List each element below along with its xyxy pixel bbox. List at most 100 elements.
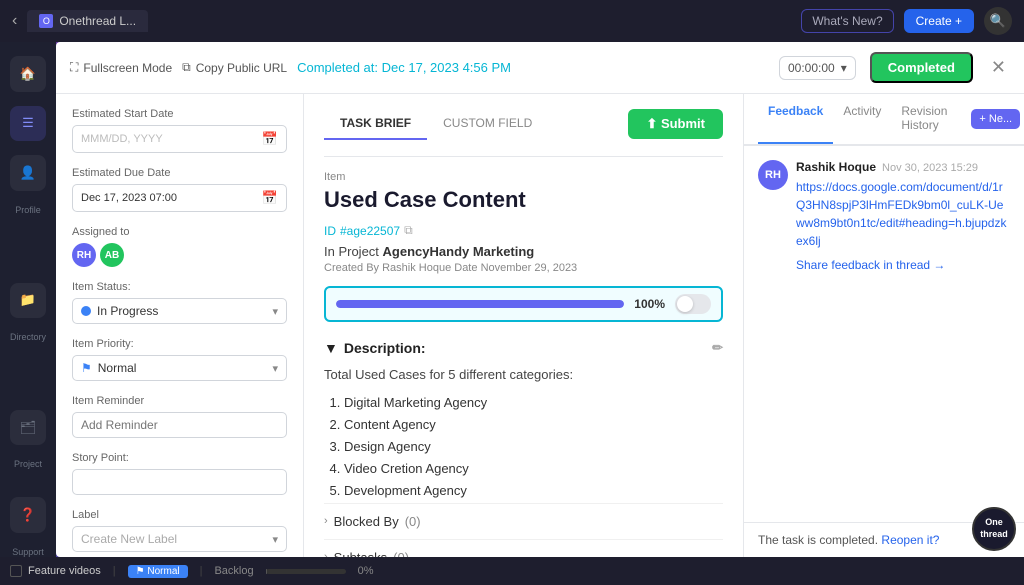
- list-item: Video Cretion Agency: [344, 458, 723, 480]
- assigned-to-field: Assigned to RH AB: [72, 226, 287, 267]
- story-point-field: Story Point: 0: [72, 452, 287, 495]
- item-status-select[interactable]: In Progress ▾: [72, 298, 287, 324]
- comment-link[interactable]: https://docs.google.com/document/d/1rQ3H…: [796, 178, 1010, 250]
- modal-header: ⛶ Fullscreen Mode ⧉ Copy Public URL Comp…: [56, 42, 1024, 94]
- item-id-row: ID #age22507 ⧉: [324, 223, 723, 238]
- taskbar-separator-2: |: [200, 565, 203, 577]
- copy-id-icon[interactable]: ⧉: [404, 223, 413, 238]
- close-button[interactable]: ✕: [987, 57, 1010, 78]
- estimated-start-date-label: Estimated Start Date: [72, 108, 287, 120]
- subtasks-section[interactable]: › Subtasks (0): [324, 539, 723, 557]
- reopen-link[interactable]: Reopen it?: [881, 533, 939, 547]
- description-title: Description:: [344, 340, 426, 356]
- description-body: Total Used Cases for 5 different categor…: [324, 364, 723, 503]
- comment-avatar: RH: [758, 160, 788, 190]
- completed-badge-button[interactable]: Completed: [870, 52, 973, 83]
- estimated-start-date-input[interactable]: MMM/DD, YYYY 📅: [72, 125, 287, 153]
- copy-label: Copy Public URL: [196, 61, 287, 75]
- share-feedback-label: Share feedback in thread →: [796, 258, 945, 272]
- item-type-label: Item: [324, 171, 723, 183]
- taskbar: Feature videos | ⚑ Normal | Backlog 0%: [0, 557, 1024, 585]
- item-created-row: Created By Rashik Hoque Date November 29…: [324, 262, 723, 274]
- sidebar-item-tasks[interactable]: ☰: [10, 106, 46, 142]
- tab-row: TASK BRIEF CUSTOM FIELD: [324, 108, 548, 140]
- item-status-label: Item Status:: [72, 281, 287, 293]
- sidebar-item-home[interactable]: 🏠: [10, 56, 46, 92]
- taskbar-status-icon: ⚑: [136, 566, 145, 577]
- taskbar-task-item: Feature videos: [10, 565, 101, 577]
- label-field: Label Create New Label ▾: [72, 509, 287, 552]
- sidebar-item-directory[interactable]: 📁: [10, 283, 46, 319]
- estimated-due-date-label: Estimated Due Date: [72, 167, 287, 179]
- right-tabs: Feedback Activity Revision History: [744, 94, 971, 144]
- completed-time-label: Completed at: Dec 17, 2023 4:56 PM: [297, 60, 511, 75]
- browser-tab[interactable]: O Onethread L...: [27, 10, 148, 32]
- estimated-due-date-input[interactable]: Dec 17, 2023 07:00 📅: [72, 184, 287, 212]
- description-collapse-icon[interactable]: ▼: [324, 340, 338, 356]
- item-status-field: Item Status: In Progress ▾: [72, 281, 287, 324]
- tab-activity[interactable]: Activity: [833, 94, 891, 144]
- comment-item: RH Rashik Hoque Nov 30, 2023 15:29 https…: [758, 160, 1010, 272]
- created-by-label: Created By: [324, 262, 379, 274]
- tab-icon: O: [39, 14, 53, 28]
- copy-icon: ⧉: [182, 60, 191, 75]
- estimated-start-date-field: Estimated Start Date MMM/DD, YYYY 📅: [72, 108, 287, 153]
- sidebar-item-profile[interactable]: 👤: [10, 155, 46, 191]
- blocked-by-section[interactable]: › Blocked By (0): [324, 503, 723, 539]
- comment-author: Rashik Hoque: [796, 160, 876, 174]
- copy-public-url-button[interactable]: ⧉ Copy Public URL: [182, 60, 287, 75]
- due-date-value: Dec 17, 2023 07:00: [81, 192, 258, 204]
- sidebar-item-project[interactable]: 🗂: [10, 410, 46, 446]
- whats-new-button[interactable]: What's New?: [801, 9, 893, 33]
- taskbar-checkbox[interactable]: [10, 565, 22, 577]
- sidebar-label-profile: Profile: [15, 205, 41, 215]
- onethread-logo[interactable]: Onethread: [972, 507, 1016, 551]
- description-header: ▼ Description: ✏: [324, 340, 723, 356]
- share-feedback-button[interactable]: Share feedback in thread →: [796, 258, 1010, 272]
- new-button[interactable]: + Ne...: [971, 109, 1020, 129]
- taskbar-task-name: Feature videos: [28, 565, 101, 577]
- submit-button[interactable]: ⬆ Submit: [628, 109, 723, 139]
- description-edit-icon[interactable]: ✏: [712, 340, 723, 356]
- item-id-value: #age22507: [340, 224, 400, 238]
- item-reminder-input[interactable]: [72, 412, 287, 438]
- tab-task-brief[interactable]: TASK BRIEF: [324, 108, 427, 140]
- item-priority-field: Item Priority: ⚑ Normal ▾: [72, 338, 287, 381]
- tab-and-submit-row: TASK BRIEF CUSTOM FIELD ⬆ Submit: [324, 108, 723, 140]
- progress-toggle[interactable]: [675, 294, 711, 314]
- project-name: AgencyHandy Marketing: [383, 244, 535, 259]
- subtasks-chevron-icon: ›: [324, 551, 328, 557]
- center-content: TASK BRIEF CUSTOM FIELD ⬆ Submit Item Us…: [304, 94, 744, 557]
- item-priority-select[interactable]: ⚑ Normal ▾: [72, 355, 287, 381]
- tab-revision-history[interactable]: Revision History: [891, 94, 957, 144]
- taskbar-progress-fill: [266, 569, 268, 574]
- comment-content: Rashik Hoque Nov 30, 2023 15:29 https://…: [796, 160, 1010, 272]
- description-intro: Total Used Cases for 5 different categor…: [324, 364, 723, 386]
- created-by-name: Rashik Hoque: [382, 262, 451, 274]
- in-project-label: In Project: [324, 244, 379, 259]
- tab-feedback[interactable]: Feedback: [758, 94, 833, 144]
- search-button[interactable]: 🔍: [984, 7, 1012, 35]
- toggle-knob: [677, 296, 693, 312]
- story-point-input[interactable]: 0: [72, 469, 287, 495]
- back-button[interactable]: ‹: [12, 12, 17, 30]
- time-value: 00:00:00: [788, 61, 835, 75]
- list-item: Content Agency: [344, 414, 723, 436]
- fullscreen-button[interactable]: ⛶ Fullscreen Mode: [70, 60, 172, 75]
- estimated-due-date-field: Estimated Due Date Dec 17, 2023 07:00 📅: [72, 167, 287, 212]
- tab-custom-field[interactable]: CUSTOM FIELD: [427, 108, 548, 140]
- sidebar-label-support: Support: [12, 547, 44, 557]
- taskbar-status-label: Normal: [147, 566, 179, 577]
- top-bar: ‹ O Onethread L... What's New? Create + …: [0, 0, 1024, 42]
- time-chevron-icon: ▾: [841, 61, 847, 75]
- comment-time: Nov 30, 2023 15:29: [882, 162, 978, 174]
- sidebar-item-support[interactable]: ❓: [10, 497, 46, 533]
- create-button[interactable]: Create +: [904, 9, 974, 33]
- label-select[interactable]: Create New Label ▾: [72, 526, 287, 552]
- time-selector[interactable]: 00:00:00 ▾: [779, 56, 856, 80]
- due-date-calendar-icon: 📅: [262, 190, 278, 206]
- progress-percent: 100%: [634, 297, 665, 311]
- list-item: Development Agency: [344, 480, 723, 502]
- completed-note: The task is completed.: [758, 533, 878, 547]
- subtasks-label: Subtasks: [334, 550, 387, 557]
